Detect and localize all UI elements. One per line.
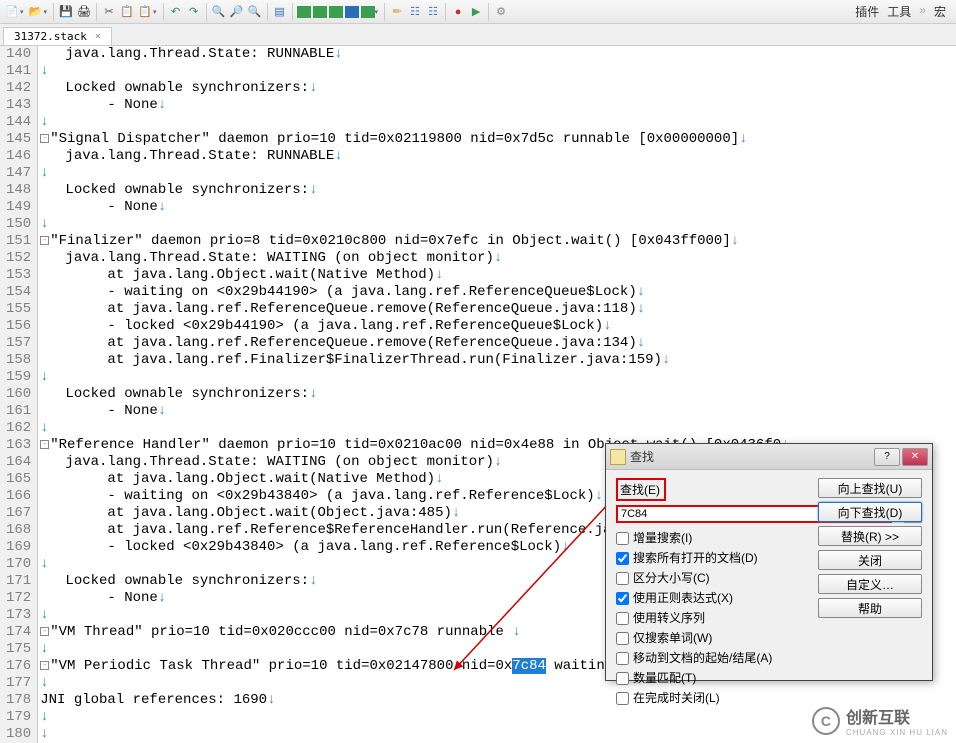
code-line: Locked ownable synchronizers:↓ (40, 182, 789, 199)
code-line: - locked <0x29b44190> (a java.lang.ref.R… (40, 318, 789, 335)
open-icon[interactable]: 📂 (28, 4, 44, 20)
find-option-checkbox[interactable] (616, 672, 629, 685)
code-line: java.lang.Thread.State: RUNNABLE↓ (40, 46, 789, 63)
copy-icon[interactable]: 📋 (119, 4, 135, 20)
tab-stack[interactable]: 31372.stack × (3, 27, 112, 45)
replace-button[interactable]: 替换(R) >> (818, 526, 922, 546)
indent-icon[interactable]: ☷ (407, 4, 423, 20)
code-line: ↓ (40, 420, 789, 437)
watermark-logo: C (812, 707, 840, 735)
code-line: ↓ (40, 726, 789, 743)
tab-label: 31372.stack (14, 30, 87, 43)
panel4-icon[interactable] (345, 6, 359, 18)
find-option[interactable]: 仅搜索单词(W) (616, 629, 922, 646)
find-next-icon[interactable]: 🔎 (229, 4, 245, 20)
find-option-checkbox[interactable] (616, 692, 629, 705)
print-icon[interactable]: 🖨 (76, 4, 92, 20)
code-line: ↓ (40, 216, 789, 233)
find-option-checkbox[interactable] (616, 552, 629, 565)
code-line: ↓ (40, 369, 789, 386)
find-option[interactable]: 数量匹配(T) (616, 669, 922, 686)
line-gutter: 1401411421431441451461471481491501511521… (0, 46, 38, 743)
record-icon[interactable]: ● (450, 4, 466, 20)
dropdown-icon[interactable]: ▾ (20, 8, 24, 16)
tab-close-icon[interactable]: × (95, 31, 101, 42)
code-line: - waiting on <0x29b44190> (a java.lang.r… (40, 284, 789, 301)
find-label: 查找(E) (616, 478, 666, 501)
find-option-checkbox[interactable] (616, 652, 629, 665)
code-line: ↓ (40, 165, 789, 182)
code-line: java.lang.Thread.State: WAITING (on obje… (40, 250, 789, 267)
code-line: -"Signal Dispatcher" daemon prio=10 tid=… (40, 131, 789, 148)
custom-button[interactable]: 自定义… (818, 574, 922, 594)
code-line: - None↓ (40, 97, 789, 114)
watermark: C 创新互联 CHUANG XIN HU LIAN (812, 704, 948, 737)
redo-icon[interactable]: ↷ (186, 4, 202, 20)
menu-tools[interactable]: 工具 (887, 3, 911, 20)
dropdown-icon[interactable]: ▾ (375, 8, 379, 16)
panel1-icon[interactable] (297, 6, 311, 18)
code-line: at java.lang.ref.ReferenceQueue.remove(R… (40, 335, 789, 352)
code-line: at java.lang.ref.ReferenceQueue.remove(R… (40, 301, 789, 318)
cut-icon[interactable]: ✂ (101, 4, 117, 20)
code-line: Locked ownable synchronizers:↓ (40, 386, 789, 403)
code-line: Locked ownable synchronizers:↓ (40, 80, 789, 97)
menu-plugins[interactable]: 插件 (855, 3, 879, 20)
find-up-button[interactable]: 向上查找(U) (818, 478, 922, 498)
config-icon[interactable]: ⚙ (493, 4, 509, 20)
dialog-titlebar[interactable]: 查找 ? ✕ (606, 444, 932, 470)
help-button[interactable]: 帮助 (818, 598, 922, 618)
panel5-icon[interactable] (361, 6, 375, 18)
panel3-icon[interactable] (329, 6, 343, 18)
close-button[interactable]: 关闭 (818, 550, 922, 570)
dropdown-icon[interactable]: ▾ (153, 8, 157, 16)
dialog-title: 查找 (630, 448, 872, 465)
tab-bar: 31372.stack × (0, 24, 956, 46)
code-line: -"Finalizer" daemon prio=8 tid=0x0210c80… (40, 233, 789, 250)
find-dialog: 查找 ? ✕ 查找(E) ▾ > 增量搜索(I)搜索所有打开的文档(D)区分大小… (605, 443, 933, 681)
code-line: ↓ (40, 114, 789, 131)
menu-macros[interactable]: 宏 (934, 3, 946, 20)
replace-icon[interactable]: 🔍 (247, 4, 263, 20)
find-option-checkbox[interactable] (616, 532, 629, 545)
watermark-sub: CHUANG XIN HU LIAN (846, 728, 948, 737)
paste-icon[interactable]: 📋 (137, 4, 153, 20)
find-dialog-icon (610, 449, 626, 465)
code-line: ↓ (40, 63, 789, 80)
dialog-help-button[interactable]: ? (874, 448, 900, 466)
dialog-close-button[interactable]: ✕ (902, 448, 928, 466)
find-option-checkbox[interactable] (616, 592, 629, 605)
panel2-icon[interactable] (313, 6, 327, 18)
save-icon[interactable]: 💾 (58, 4, 74, 20)
new-file-icon[interactable]: 📄 (4, 4, 20, 20)
watermark-brand: 创新互联 (846, 704, 948, 728)
play-icon[interactable]: ▶ (468, 4, 484, 20)
code-line: at java.lang.ref.Finalizer$FinalizerThre… (40, 352, 789, 369)
bookmark-icon[interactable]: ▤ (272, 4, 288, 20)
find-icon[interactable]: 🔍 (211, 4, 227, 20)
code-line: at java.lang.Object.wait(Native Method)↓ (40, 267, 789, 284)
highlight-icon[interactable]: ✏ (389, 4, 405, 20)
dropdown-icon[interactable]: ▾ (44, 8, 48, 16)
find-option-checkbox[interactable] (616, 612, 629, 625)
find-option-checkbox[interactable] (616, 572, 629, 585)
main-toolbar: 📄 ▾ 📂 ▾ 💾 🖨 ✂ 📋 📋 ▾ ↶ ↷ 🔍 🔎 🔍 ▤ ▾ ✏ ☷ ☷ … (0, 0, 956, 24)
code-line: - None↓ (40, 199, 789, 216)
find-option-checkbox[interactable] (616, 632, 629, 645)
code-line: - None↓ (40, 403, 789, 420)
code-line: java.lang.Thread.State: RUNNABLE↓ (40, 148, 789, 165)
find-down-button[interactable]: 向下查找(D) (818, 502, 922, 522)
undo-icon[interactable]: ↶ (168, 4, 184, 20)
outdent-icon[interactable]: ☷ (425, 4, 441, 20)
find-option[interactable]: 移动到文档的起始/结尾(A) (616, 649, 922, 666)
